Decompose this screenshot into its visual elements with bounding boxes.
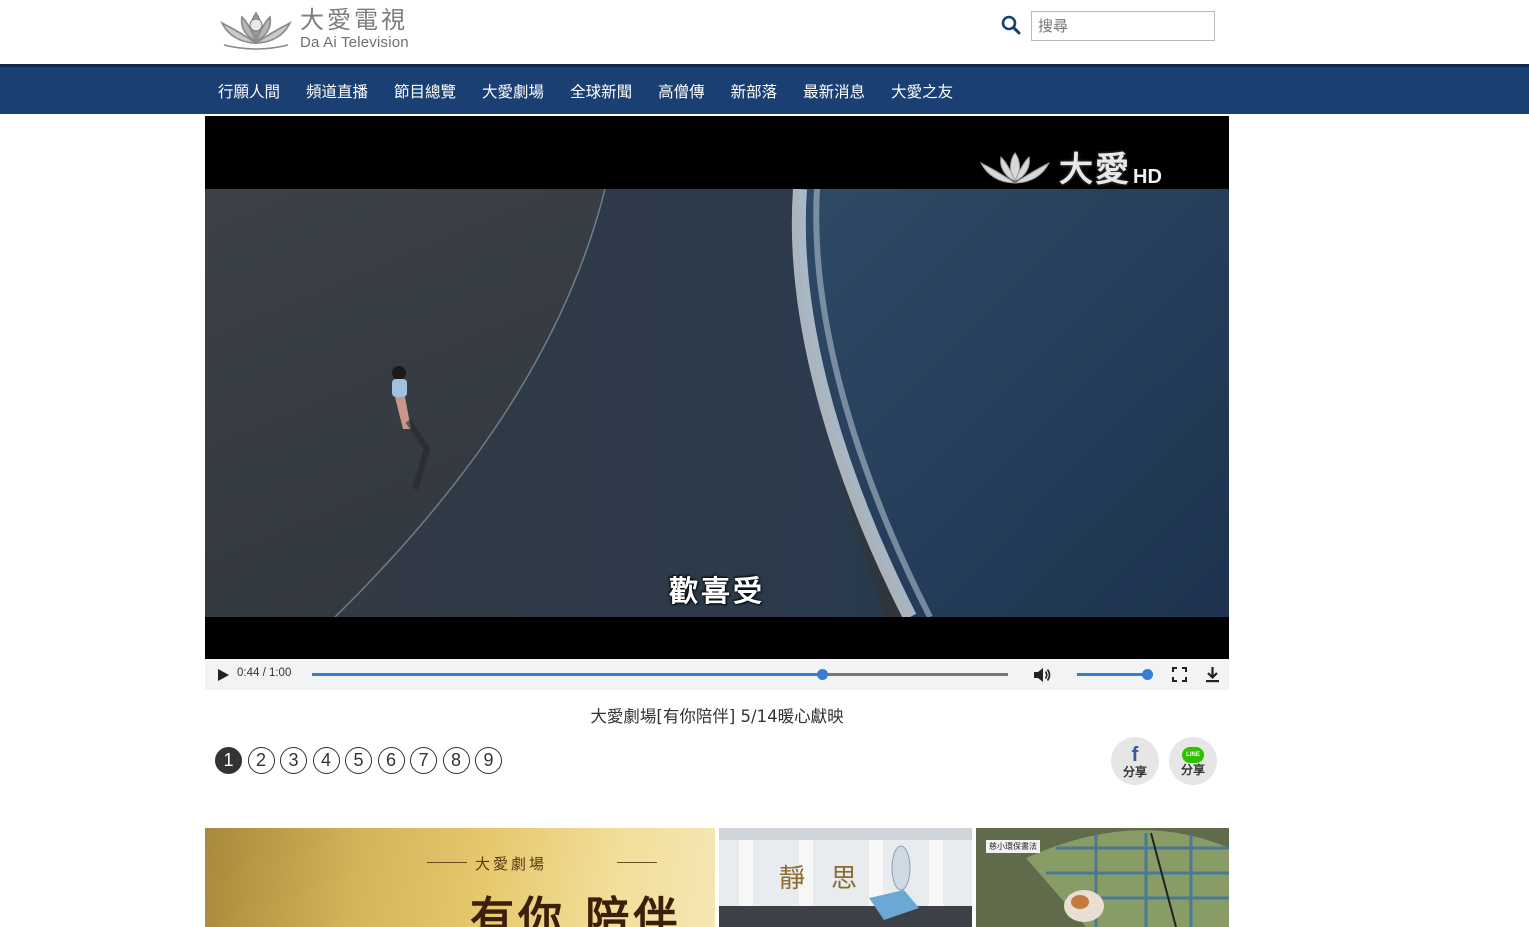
nav-item-programs[interactable]: 節目總覽 — [394, 80, 456, 102]
video-caption: 大愛劇場[有你陪伴] 5/14暖心獻映 — [590, 707, 844, 726]
seek-bar-fill — [312, 673, 823, 676]
facebook-icon: f — [1131, 743, 1139, 766]
nav-item-monks[interactable]: 高僧傳 — [658, 80, 705, 102]
thumbnail-drama-title: 有你 陪伴 — [470, 893, 682, 927]
time-display: 0:44 / 1:00 — [237, 667, 292, 679]
nav-item-live[interactable]: 頻道直播 — [306, 80, 368, 102]
logo-english-name: Da Ai Television — [300, 34, 409, 51]
facebook-share-label: 分享 — [1122, 764, 1147, 779]
line-share-button[interactable]: LINE 分享 — [1169, 737, 1217, 785]
search-input[interactable] — [1031, 11, 1215, 41]
download-icon[interactable] — [1204, 666, 1221, 683]
video-pager: 123456789 — [215, 747, 508, 774]
video-player[interactable]: 大愛 HD 歡喜受 — [205, 116, 1229, 659]
thumbnail-jing-si-hall[interactable]: 靜思 — [719, 828, 972, 927]
lotus-watermark-icon — [979, 152, 1051, 184]
video-subtitle: 歡喜受 — [668, 574, 765, 608]
volume-handle[interactable] — [1142, 669, 1153, 680]
seek-handle[interactable] — [817, 669, 829, 680]
facebook-share-button[interactable]: f 分享 — [1111, 737, 1159, 785]
divider — [427, 862, 467, 863]
thumbnail-umbrella-cat[interactable]: 慈小環保書法 — [976, 828, 1229, 927]
hd-badge: HD — [1133, 166, 1162, 188]
pager-page-9[interactable]: 9 — [475, 747, 502, 774]
line-icon: LINE — [1182, 746, 1204, 763]
play-icon[interactable] — [216, 668, 230, 682]
building-sign: 靜思 — [779, 864, 884, 894]
nav-item-news[interactable]: 全球新聞 — [570, 80, 632, 102]
logo-chinese-name: 大愛電視 — [300, 6, 408, 34]
pager-page-4[interactable]: 4 — [312, 747, 340, 774]
site-logo[interactable]: 大愛電視 Da Ai Television — [216, 4, 426, 54]
search-icon[interactable] — [1001, 15, 1021, 35]
thumbnail-sign: 慈小環保書法 — [986, 840, 1040, 853]
volume-icon[interactable] — [1032, 665, 1052, 685]
video-frame-image — [205, 189, 1229, 617]
pager-page-8[interactable]: 8 — [442, 747, 470, 774]
main-nav: 行願人間 頻道直播 節目總覽 大愛劇場 全球新聞 高僧傳 新部落 最新消息 大愛… — [0, 64, 1529, 114]
volume-slider[interactable] — [1077, 669, 1153, 680]
nav-item-tribe[interactable]: 新部落 — [731, 80, 778, 102]
pager-page-2[interactable]: 2 — [247, 747, 275, 774]
thumbnail-drama-subtitle: 大愛劇場 — [475, 855, 548, 873]
pager-page-6[interactable]: 6 — [377, 747, 405, 774]
video-controls: 0:44 / 1:00 — [205, 659, 1229, 690]
pager-page-7[interactable]: 7 — [410, 747, 437, 774]
line-share-label: 分享 — [1180, 762, 1205, 777]
pager-page-3[interactable]: 3 — [280, 747, 307, 774]
divider — [617, 862, 657, 863]
site-header: 大愛電視 Da Ai Television — [0, 0, 1529, 64]
nav-item-practice[interactable]: 行願人間 — [218, 80, 280, 102]
pager-page-1[interactable]: 1 — [215, 747, 242, 774]
lotus-logo-icon — [220, 11, 292, 50]
nav-item-friends[interactable]: 大愛之友 — [891, 80, 953, 102]
nav-item-latest[interactable]: 最新消息 — [803, 80, 865, 102]
fullscreen-icon[interactable] — [1172, 667, 1187, 682]
watermark-text: 大愛 — [1059, 150, 1131, 190]
seek-bar[interactable] — [312, 669, 1008, 680]
channel-watermark: 大愛 HD — [975, 142, 1162, 191]
pager-page-5[interactable]: 5 — [345, 747, 372, 774]
nav-item-drama[interactable]: 大愛劇場 — [482, 80, 544, 102]
thumbnail-drama-promo[interactable]: 大愛劇場 有你 陪伴 — [205, 828, 715, 927]
volume-slider-fill — [1077, 673, 1147, 676]
